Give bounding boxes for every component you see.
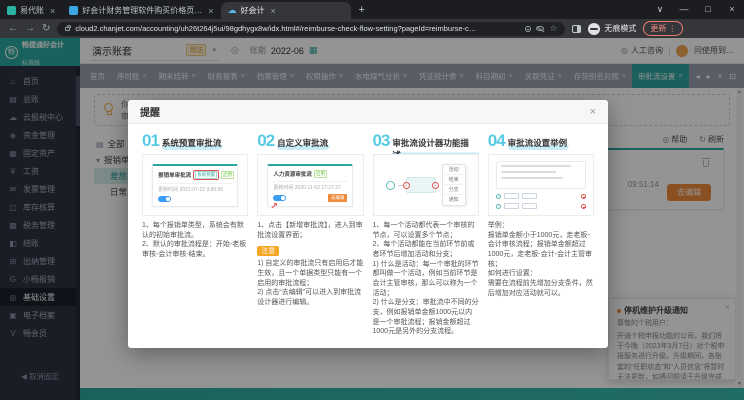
window-controls: ∨ — □ ×: [648, 0, 744, 18]
section-notes: 1、每个报销单类型，系统会有默认的初始审批流。 2、默认的审批流程是：开始-老板…: [142, 221, 248, 260]
page-content: 畅 畅捷通好会计 标准版 ⌂首页 ▤总账 ☁云报税中心 ◈资金管理 ▦固定资产 …: [0, 38, 744, 400]
bookmark-star-icon[interactable]: ☆: [549, 24, 557, 33]
section-notes: 1) 自定义的审批流只有启用后才能生效，且一个单据类型只能有一个启用的审批流程；…: [257, 259, 363, 307]
lock-icon: [65, 27, 70, 31]
enabled-tag: 启用: [221, 171, 234, 179]
section-notes: 举例： 报销单金额小于1000元，走老板-会计审核流程；报销单金额超过1000元…: [488, 221, 594, 298]
browser-tab-label: 好会计: [241, 5, 265, 16]
tab-close-icon[interactable]: ×: [50, 6, 55, 16]
section-number: 01: [142, 132, 159, 149]
address-bar[interactable]: cloud2.chanjet.com/accounting/uh26t264j5…: [57, 22, 565, 36]
close-window-button[interactable]: ×: [720, 0, 744, 18]
section-note-intro: 1、点击【新增审批流】，进入到审批流设置界面；: [257, 221, 363, 240]
modal-header: 提醒 ×: [128, 100, 608, 124]
browser-tab-pricing[interactable]: 好会计财务管理软件购买价格页… ×: [62, 2, 220, 19]
incognito-badge: 无痕模式: [588, 23, 636, 35]
incognito-label: 无痕模式: [604, 23, 636, 34]
update-label: 更新: [650, 23, 666, 34]
eye-off-icon[interactable]: [536, 26, 544, 31]
browser-tabstrip: 易代账 × 好会计财务管理软件购买价格页… × ☁ 好会计 × + ∨ — □ …: [0, 0, 744, 19]
red-highlight-ring: 系统预置: [193, 170, 219, 180]
section-example: 04 审批流设置举例: [488, 132, 594, 337]
remove-node-icon: [581, 194, 586, 199]
reminder-modal: 提醒 × 01 系统预置审批流 报销单审批流 系统预置: [128, 100, 608, 348]
red-arrow-annotation: ↗: [270, 201, 278, 212]
section-preset-flow: 01 系统预置审批流 报销单审批流 系统预置 启用 更新时间 2021-07-2…: [142, 132, 248, 337]
illustration-custom: 人力资源审批流 启用 更新时间 2020-11-02 17:27:27 去编辑 …: [257, 154, 363, 216]
mini-card-title: 人力资源审批流: [273, 170, 312, 178]
section-title: 自定义审批流: [277, 137, 330, 150]
mini-flow-card: 人力资源审批流 启用 更新时间 2020-11-02 17:27:27 去编辑 …: [267, 164, 353, 207]
enable-toggle: [158, 196, 171, 202]
maximize-button[interactable]: □: [696, 0, 720, 18]
browser-update-button[interactable]: 更新 ⋮: [643, 21, 683, 36]
browser-toolbar: ← → ↻ cloud2.chanjet.com/accounting/uh26…: [0, 19, 744, 38]
cloud-favicon: ☁: [228, 6, 237, 15]
section-custom-flow: 02 自定义审批流 人力资源审批流 启用 更新时间 2020-11-02 17:…: [257, 132, 363, 337]
add-before-handle: +: [403, 182, 410, 189]
section-title: 审批流设置举例: [508, 137, 570, 150]
mini-card-title: 报销单审批流: [158, 171, 191, 179]
section-designer-features: 03 审批流设计器功能描述 + + 活动: [373, 132, 479, 337]
browser-tab-haokuaiji[interactable]: ☁ 好会计 ×: [221, 2, 351, 19]
browser-tab-label: 好会计财务管理软件购买价格页…: [82, 5, 202, 16]
section-number: 04: [488, 132, 505, 149]
add-after-handle: +: [432, 182, 439, 189]
modal-title: 提醒: [140, 104, 160, 119]
menu-item-activity: 活动: [443, 165, 465, 175]
enabled-tag: 启用: [314, 170, 327, 178]
menu-item-notify: 通知: [443, 195, 465, 205]
browser-tab-yidaizhang[interactable]: 易代账 ×: [0, 2, 62, 19]
modal-close-icon[interactable]: ×: [590, 106, 596, 118]
activity-node: + +: [406, 177, 436, 193]
illustration-preset: 报销单审批流 系统预置 启用 更新时间 2021-07-22 9:00:00: [142, 154, 248, 216]
forward-icon[interactable]: →: [25, 24, 35, 34]
branch-flow-thumbnail: [496, 193, 586, 209]
url-text[interactable]: cloud2.chanjet.com/accounting/uh26t264j5…: [75, 24, 520, 33]
menu-item-branch: 分支: [443, 185, 465, 195]
node-context-menu: 活动 结束 分支 通知: [442, 164, 466, 206]
notice-badge: 注意: [257, 246, 279, 256]
remove-node-icon: [581, 204, 586, 209]
reload-icon[interactable]: ↻: [42, 24, 50, 34]
mini-card-time: 更新时间 2021-07-22 9:00:00: [158, 186, 232, 193]
menu-dots-icon[interactable]: ⋮: [668, 24, 676, 33]
condition-form-thumbnail: [496, 161, 586, 189]
modal-body: 01 系统预置审批流 报销单审批流 系统预置 启用 更新时间 2021-07-2…: [128, 124, 608, 345]
menu-item-end: 结束: [443, 175, 465, 185]
section-notes: 1、每一个活动都代表一个审核的节点，可以设置多个节点； 2、每个活动都能在当前环…: [373, 221, 479, 337]
pricing-favicon: [69, 6, 78, 15]
section-title: 系统预置审批流: [162, 137, 224, 150]
mini-flow-card: 报销单审批流 系统预置 启用 更新时间 2021-07-22 9:00:00: [152, 164, 238, 207]
tab-close-icon[interactable]: ×: [271, 6, 276, 16]
section-number: 03: [373, 132, 390, 149]
new-tab-button[interactable]: +: [359, 4, 365, 16]
minimize-button[interactable]: —: [672, 0, 696, 18]
screen: 易代账 × 好会计财务管理软件购买价格页… × ☁ 好会计 × + ∨ — □ …: [0, 0, 744, 400]
start-node: [386, 181, 395, 190]
mini-card-time: 更新时间 2020-11-02 17:27:27: [273, 184, 347, 191]
illustration-designer: + + 活动 结束 分支 通知: [373, 154, 479, 216]
mini-edit-button: 去编辑: [328, 194, 348, 202]
browser-tab-label: 易代账: [20, 5, 44, 16]
split-screen-icon[interactable]: [572, 25, 581, 33]
yidaizhang-favicon: [7, 6, 16, 15]
back-icon[interactable]: ←: [8, 24, 18, 34]
illustration-example: [488, 154, 594, 216]
preset-tag: 系统预置: [195, 171, 217, 179]
incognito-icon: [588, 23, 600, 35]
section-number: 02: [257, 132, 274, 149]
zoom-out-icon[interactable]: [525, 26, 531, 32]
tab-close-icon[interactable]: ×: [208, 6, 213, 16]
tab-search-icon[interactable]: ∨: [648, 0, 672, 18]
